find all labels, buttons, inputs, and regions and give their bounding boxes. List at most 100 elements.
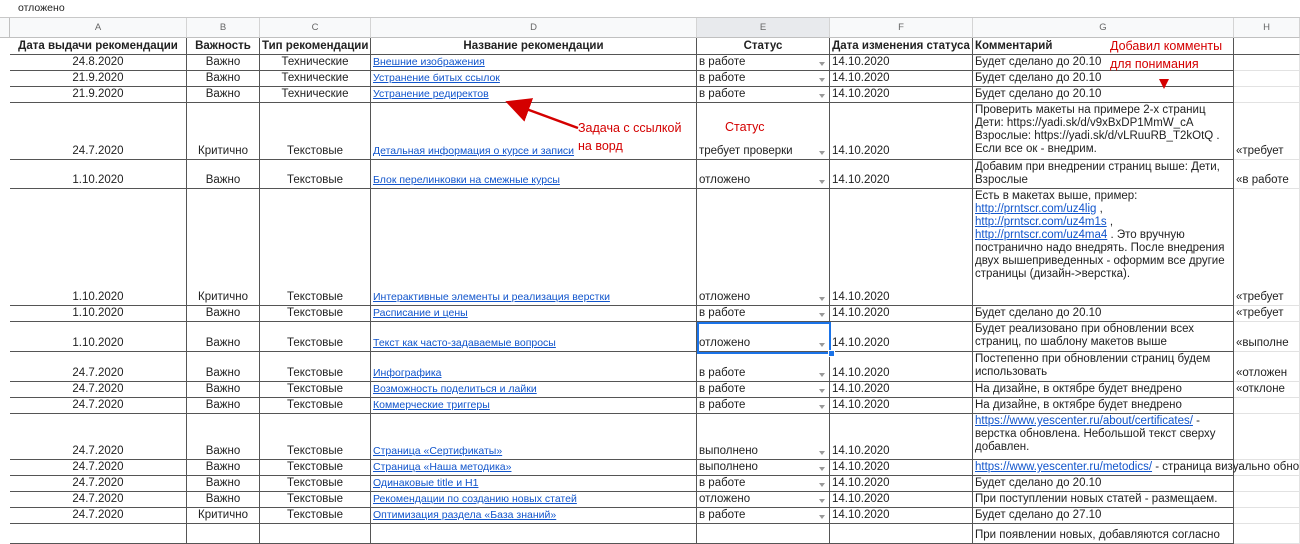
cell-c[interactable]: Текстовые bbox=[260, 476, 371, 492]
cell-c[interactable]: Текстовые bbox=[260, 160, 371, 189]
cell-f[interactable]: 14.10.2020 bbox=[830, 87, 973, 103]
recommendation-link[interactable]: Страница «Сертификаты» bbox=[373, 445, 694, 458]
cell-b[interactable]: Критично bbox=[187, 189, 260, 306]
cell-f[interactable]: 14.10.2020 bbox=[830, 55, 973, 71]
cell-h[interactable]: «требует bbox=[1234, 189, 1300, 306]
comment-link[interactable]: http://prntscr.com/uz4lig bbox=[975, 203, 1096, 215]
status-dropdown-icon[interactable] bbox=[819, 94, 825, 98]
header-d[interactable]: Название рекомендации bbox=[371, 38, 697, 55]
recommendation-link[interactable]: Возможность поделиться и лайки bbox=[373, 383, 694, 396]
cell-h[interactable] bbox=[1234, 476, 1300, 492]
cell-f[interactable]: 14.10.2020 bbox=[830, 71, 973, 87]
cell-c[interactable]: Текстовые bbox=[260, 352, 371, 382]
cell-f[interactable] bbox=[830, 524, 973, 544]
cell-b[interactable]: Важно bbox=[187, 382, 260, 398]
cell-f[interactable]: 14.10.2020 bbox=[830, 476, 973, 492]
column-header-h[interactable]: H bbox=[1234, 18, 1300, 38]
cell-a[interactable]: 24.7.2020 bbox=[10, 103, 187, 160]
comment-link[interactable]: https://www.yescenter.ru/about/certifica… bbox=[975, 415, 1193, 427]
cell-c[interactable]: Текстовые bbox=[260, 398, 371, 414]
cell-h[interactable] bbox=[1234, 524, 1300, 544]
cell-b[interactable]: Важно bbox=[187, 352, 260, 382]
column-header-b[interactable]: B bbox=[187, 18, 260, 38]
cell-a[interactable]: 24.7.2020 bbox=[10, 398, 187, 414]
cell-b[interactable]: Важно bbox=[187, 492, 260, 508]
comment-link[interactable]: http://prntscr.com/uz4ma4 bbox=[975, 229, 1107, 241]
cell-a[interactable]: 24.7.2020 bbox=[10, 460, 187, 476]
cell-h[interactable] bbox=[1234, 508, 1300, 524]
cell-e[interactable]: отложено bbox=[697, 189, 830, 306]
cell-a[interactable]: 24.7.2020 bbox=[10, 414, 187, 460]
cell-b[interactable]: Важно bbox=[187, 55, 260, 71]
recommendation-link[interactable]: Интерактивные элементы и реализация верс… bbox=[373, 291, 694, 304]
cell-g[interactable]: Постепенно при обновлении страниц будем и… bbox=[973, 352, 1234, 382]
cell-g[interactable]: На дизайне, в октябре будет внедрено bbox=[973, 398, 1234, 414]
cell-b[interactable]: Важно bbox=[187, 160, 260, 189]
cell-d[interactable]: Инфографика bbox=[371, 352, 697, 382]
cell-f[interactable]: 14.10.2020 bbox=[830, 414, 973, 460]
cell-c[interactable]: Текстовые bbox=[260, 189, 371, 306]
cell-d[interactable]: Страница «Наша методика» bbox=[371, 460, 697, 476]
cell-b[interactable]: Важно bbox=[187, 87, 260, 103]
cell-e[interactable]: отложено bbox=[697, 160, 830, 189]
status-dropdown-icon[interactable] bbox=[819, 499, 825, 503]
cell-h[interactable] bbox=[1234, 398, 1300, 414]
cell-g[interactable]: Будет сделано до 20.10 bbox=[973, 87, 1234, 103]
cell-d[interactable]: Оптимизация раздела «База знаний» bbox=[371, 508, 697, 524]
cell-d[interactable]: Одинаковые title и H1 bbox=[371, 476, 697, 492]
cell-h[interactable]: «требует bbox=[1234, 103, 1300, 160]
cell-f[interactable]: 14.10.2020 bbox=[830, 460, 973, 476]
status-dropdown-icon[interactable] bbox=[819, 373, 825, 377]
cell-f[interactable]: 14.10.2020 bbox=[830, 508, 973, 524]
cell-b[interactable] bbox=[187, 524, 260, 544]
status-dropdown-icon[interactable] bbox=[819, 313, 825, 317]
recommendation-link[interactable]: Устранение редиректов bbox=[373, 88, 694, 101]
cell-a[interactable]: 1.10.2020 bbox=[10, 322, 187, 352]
cell-e[interactable]: выполнено bbox=[697, 414, 830, 460]
cell-g[interactable]: Проверить макеты на примере 2-х страниц Д… bbox=[973, 103, 1234, 160]
cell-h[interactable] bbox=[1234, 71, 1300, 87]
cell-c[interactable]: Текстовые bbox=[260, 508, 371, 524]
cell-c[interactable]: Текстовые bbox=[260, 103, 371, 160]
header-e[interactable]: Статус bbox=[697, 38, 830, 55]
comment-link[interactable]: https://www.yescenter.ru/metodics/ bbox=[975, 461, 1152, 473]
cell-b[interactable]: Важно bbox=[187, 460, 260, 476]
cell-e[interactable]: в работе bbox=[697, 398, 830, 414]
cell-c[interactable]: Текстовые bbox=[260, 460, 371, 476]
cell-d[interactable]: Устранение редиректов bbox=[371, 87, 697, 103]
cell-b[interactable]: Критично bbox=[187, 103, 260, 160]
status-dropdown-icon[interactable] bbox=[819, 483, 825, 487]
cell-g[interactable]: Есть в макетах выше, пример: http://prnt… bbox=[973, 189, 1234, 306]
cell-h[interactable] bbox=[1234, 414, 1300, 460]
status-dropdown-icon[interactable] bbox=[819, 451, 825, 455]
cell-e[interactable]: в работе bbox=[697, 352, 830, 382]
cell-g[interactable]: При поступлении новых статей - размещаем… bbox=[973, 492, 1234, 508]
cell-c[interactable]: Текстовые bbox=[260, 382, 371, 398]
cell-c[interactable]: Технические bbox=[260, 55, 371, 71]
cell-d[interactable]: Коммерческие триггеры bbox=[371, 398, 697, 414]
cell-h[interactable]: «выполне bbox=[1234, 322, 1300, 352]
column-header-a[interactable]: A bbox=[10, 18, 187, 38]
recommendation-link[interactable]: Блок перелинковки на смежные курсы bbox=[373, 174, 694, 187]
cell-c[interactable]: Текстовые bbox=[260, 414, 371, 460]
cell-d[interactable]: Рекомендации по созданию новых статей bbox=[371, 492, 697, 508]
cell-h[interactable] bbox=[1234, 492, 1300, 508]
cell-b[interactable]: Важно bbox=[187, 414, 260, 460]
cell-f[interactable]: 14.10.2020 bbox=[830, 103, 973, 160]
cell-e[interactable]: в работе bbox=[697, 55, 830, 71]
cell-h[interactable] bbox=[1234, 55, 1300, 71]
cell-f[interactable]: 14.10.2020 bbox=[830, 492, 973, 508]
cell-f[interactable]: 14.10.2020 bbox=[830, 189, 973, 306]
cell-c[interactable]: Технические bbox=[260, 87, 371, 103]
cell-g[interactable]: Будет реализовано при обновлении всех стр… bbox=[973, 322, 1234, 352]
cell-c[interactable]: Технические bbox=[260, 71, 371, 87]
formula-bar[interactable]: отложено bbox=[0, 0, 1300, 18]
cell-e[interactable]: отложено bbox=[697, 492, 830, 508]
cell-a[interactable] bbox=[10, 524, 187, 544]
cell-c[interactable]: Текстовые bbox=[260, 492, 371, 508]
cell-d[interactable]: Возможность поделиться и лайки bbox=[371, 382, 697, 398]
cell-b[interactable]: Важно bbox=[187, 306, 260, 322]
cell-e[interactable]: в работе bbox=[697, 71, 830, 87]
cell-g[interactable]: При появлении новых, добавляются согласн… bbox=[973, 524, 1234, 544]
cell-b[interactable]: Важно bbox=[187, 476, 260, 492]
